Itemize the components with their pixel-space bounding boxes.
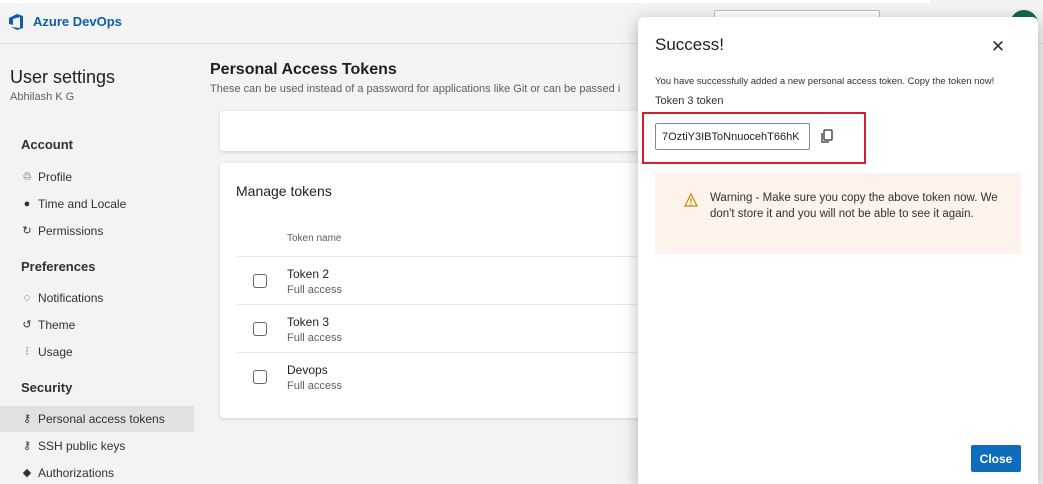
warning-icon bbox=[684, 193, 698, 207]
token-name: Token 2 bbox=[287, 267, 330, 281]
row-checkbox[interactable] bbox=[253, 370, 267, 384]
sidebar-item-label: Theme bbox=[38, 318, 76, 332]
group-title-security: Security bbox=[21, 380, 73, 395]
sidebar-item-time-and-locale[interactable]: ● Time and Locale bbox=[0, 191, 194, 217]
dialog-message: You have successfully added a new person… bbox=[655, 76, 995, 87]
notification-icon: ◌ bbox=[23, 292, 31, 304]
sidebar-item-authorizations[interactable]: ◆ Authorizations bbox=[0, 460, 194, 484]
new-token-bar bbox=[220, 111, 660, 151]
token-label: Token 3 token bbox=[655, 95, 724, 107]
table-row[interactable]: Devops Full access bbox=[237, 352, 660, 400]
brand-name: Azure DevOps bbox=[33, 14, 122, 29]
sidebar-item-label: Permissions bbox=[38, 224, 104, 238]
theme-icon: ↺ bbox=[22, 319, 32, 331]
row-checkbox[interactable] bbox=[253, 274, 267, 288]
lock-icon: ◆ bbox=[22, 467, 32, 479]
sidebar-item-ssh-public-keys[interactable]: ⚷ SSH public keys bbox=[0, 433, 194, 459]
sidebar-item-personal-access-tokens[interactable]: ⚷ Personal access tokens bbox=[0, 406, 194, 432]
sidebar-item-label: Personal access tokens bbox=[38, 412, 165, 426]
dialog-title: Success! bbox=[655, 35, 724, 54]
page-description: These can be used instead of a password … bbox=[210, 83, 621, 95]
sidebar-item-label: Authorizations bbox=[38, 466, 115, 480]
close-button[interactable]: Close bbox=[971, 445, 1021, 472]
sidebar-item-notifications[interactable]: ◌ Notifications bbox=[0, 285, 194, 311]
settings-user-name: Abhilash K G bbox=[10, 91, 75, 103]
table-row[interactable]: Token 3 Full access bbox=[237, 304, 660, 352]
sidebar-item-label: SSH public keys bbox=[38, 439, 126, 453]
brand[interactable]: Azure DevOps bbox=[8, 13, 122, 31]
token-name: Devops bbox=[287, 363, 328, 377]
sidebar-item-theme[interactable]: ↺ Theme bbox=[0, 312, 194, 338]
token-scope: Full access bbox=[287, 380, 343, 392]
globe-icon: ● bbox=[23, 198, 31, 210]
usage-icon: ⫶ bbox=[25, 346, 29, 358]
manage-tokens-heading: Manage tokens bbox=[236, 183, 332, 199]
key-icon: ⚷ bbox=[22, 413, 32, 425]
top-edge bbox=[0, 0, 930, 3]
sidebar-item-label: Time and Locale bbox=[38, 197, 127, 211]
token-value-field[interactable] bbox=[655, 123, 810, 150]
sidebar-item-permissions[interactable]: ↻ Permissions bbox=[0, 218, 194, 244]
warning-box: Warning - Make sure you copy the above t… bbox=[655, 173, 1021, 254]
column-header-token-name[interactable]: Token name bbox=[287, 233, 341, 244]
group-title-preferences: Preferences bbox=[21, 259, 96, 274]
table-row[interactable]: Token 2 Full access bbox=[237, 256, 660, 304]
row-checkbox[interactable] bbox=[253, 322, 267, 336]
sidebar-item-label: Usage bbox=[38, 345, 73, 359]
token-name: Token 3 bbox=[287, 315, 330, 329]
azure-devops-logo-icon bbox=[9, 13, 23, 30]
sidebar-item-label: Notifications bbox=[38, 291, 104, 305]
copy-icon[interactable] bbox=[818, 127, 836, 145]
token-scope: Full access bbox=[287, 284, 343, 296]
close-icon[interactable]: ✕ bbox=[988, 37, 1008, 57]
page-title: Personal Access Tokens bbox=[210, 61, 397, 78]
settings-title: User settings bbox=[10, 67, 116, 87]
token-scope: Full access bbox=[287, 332, 343, 344]
permissions-icon: ↻ bbox=[22, 225, 32, 237]
manage-tokens-card: Manage tokens Token name Token 2 Full ac… bbox=[220, 163, 660, 418]
settings-sidebar: User settings Abhilash K G Account ♲ Pro… bbox=[0, 45, 194, 484]
sidebar-item-profile[interactable]: ♲ Profile bbox=[0, 164, 194, 190]
success-dialog: Success! ✕ You have successfully added a… bbox=[638, 17, 1038, 484]
ssh-key-icon: ⚷ bbox=[22, 440, 32, 452]
group-title-account: Account bbox=[21, 137, 73, 152]
profile-icon: ♲ bbox=[22, 171, 32, 183]
sidebar-item-label: Profile bbox=[38, 170, 73, 184]
warning-text: Warning - Make sure you copy the above t… bbox=[710, 192, 998, 220]
sidebar-item-usage[interactable]: ⫶ Usage bbox=[0, 339, 194, 365]
